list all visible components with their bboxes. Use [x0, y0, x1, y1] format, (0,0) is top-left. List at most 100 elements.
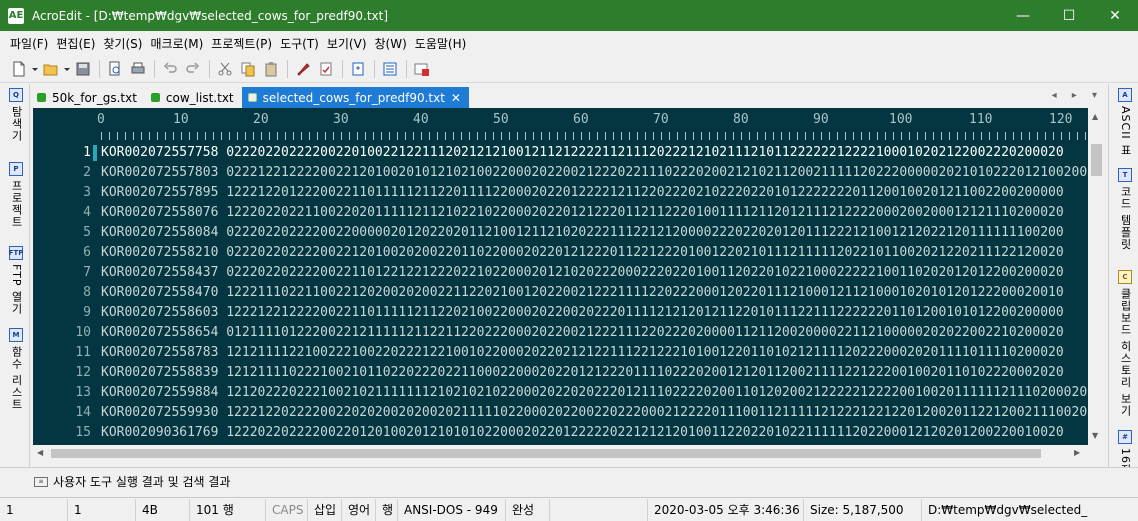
- side-tab-ascii[interactable]: A ASCII 표: [1117, 88, 1133, 156]
- horizontal-scrollbar[interactable]: ◀ ▶: [33, 445, 1088, 462]
- line-text[interactable]: KOR002072558437 022202202222002211012212…: [101, 263, 1064, 283]
- new-file-icon[interactable]: [8, 58, 30, 80]
- editor-line[interactable]: 3 KOR002072557895 12221220122200221101111…: [33, 183, 1088, 203]
- insert-icon[interactable]: [347, 58, 369, 80]
- line-text[interactable]: KOR002072558210 022202202222002212010020…: [101, 243, 1064, 263]
- line-text[interactable]: KOR002072558783 121211112210022210022022…: [101, 343, 1064, 363]
- vertical-scrollbar[interactable]: ▲ ▼: [1088, 108, 1105, 445]
- menu-project[interactable]: 프로젝트(P): [207, 35, 276, 52]
- tab-selected-cows[interactable]: selected_cows_for_predf90.txt ✕: [241, 87, 469, 108]
- menu-search[interactable]: 찾기(S): [99, 35, 146, 52]
- editor-line[interactable]: 13 KOR002072559884 1212022202221002102111…: [33, 383, 1088, 403]
- side-tab-function-list[interactable]: M 함수 리스트: [8, 328, 24, 411]
- tab-label: 50k_for_gs.txt: [52, 90, 137, 105]
- toolbar-separator: [209, 59, 210, 78]
- side-tab-ftp[interactable]: FTP FTP 열기: [8, 246, 24, 315]
- right-side-panel: A ASCII 표 T 코드 템플릿 C 클립보드 히스토리 보기 # 16진: [1108, 84, 1138, 476]
- paste-icon[interactable]: [260, 58, 282, 80]
- save-icon[interactable]: [72, 58, 94, 80]
- status-bytes: 4B: [136, 498, 190, 521]
- editor-line[interactable]: 14 KOR002072559930 1222122022220022020200…: [33, 403, 1088, 423]
- new-file-dropdown-icon[interactable]: [31, 58, 39, 80]
- line-text[interactable]: KOR002072558839 121211110222100210110220…: [101, 363, 1064, 383]
- editor-line[interactable]: 12 KOR002072558839 1212111102221002101102…: [33, 363, 1088, 383]
- line-text[interactable]: KOR002090361769 122202202222002201201002…: [101, 423, 1064, 443]
- editor-line[interactable]: 4 KOR002072558076 12220220221100220201111…: [33, 203, 1088, 223]
- side-tab-explorer[interactable]: Q 탐색기: [8, 88, 24, 142]
- editor-line[interactable]: 8 KOR002072558470 12221110221100221202002…: [33, 283, 1088, 303]
- copy-icon[interactable]: [237, 58, 259, 80]
- column-mode-icon[interactable]: [411, 58, 433, 80]
- side-tab-label: ASCII 표: [1119, 106, 1132, 157]
- editor-line[interactable]: 11 KOR002072558783 1212111122100222100220…: [33, 343, 1088, 363]
- tab-50k-for-gs[interactable]: 50k_for_gs.txt: [31, 87, 145, 108]
- cut-icon[interactable]: [214, 58, 236, 80]
- status-column: 1: [68, 498, 136, 521]
- side-tab-code-template[interactable]: T 코드 템플릿: [1117, 168, 1133, 251]
- editor-line[interactable]: 1 KOR002072557758 02220220222200220100221…: [33, 143, 1088, 163]
- ruler-label: 60: [573, 112, 589, 127]
- ruler-label: 30: [333, 112, 349, 127]
- scroll-down-icon[interactable]: ▼: [1092, 431, 1098, 440]
- menu-view[interactable]: 보기(V): [323, 35, 371, 52]
- line-text[interactable]: KOR002072559930 122212202222002202020020…: [101, 403, 1087, 423]
- menu-help[interactable]: 도움말(H): [411, 35, 471, 52]
- highlight-icon[interactable]: [292, 58, 314, 80]
- editor-line[interactable]: 6 KOR002072558210 02220220222200221201002…: [33, 243, 1088, 263]
- status-autocomplete[interactable]: 완성: [506, 498, 550, 521]
- menu-file[interactable]: 파일(F): [6, 35, 52, 52]
- document-icon: [247, 93, 257, 102]
- menu-window[interactable]: 창(W): [371, 35, 411, 52]
- line-text[interactable]: KOR002072558603 122212212222002211011111…: [101, 303, 1064, 323]
- ruler-label: 40: [413, 112, 429, 127]
- clipboard-history-icon[interactable]: [379, 58, 401, 80]
- redo-icon[interactable]: [182, 58, 204, 80]
- undo-icon[interactable]: [159, 58, 181, 80]
- tab-close-icon[interactable]: ✕: [451, 91, 461, 105]
- print-preview-icon[interactable]: [104, 58, 126, 80]
- ruler-label: 80: [733, 112, 749, 127]
- print-icon[interactable]: [127, 58, 149, 80]
- minimize-button[interactable]: —: [1000, 0, 1046, 31]
- line-text[interactable]: KOR002072557803 022212212222002212010020…: [101, 163, 1087, 183]
- status-insert-mode[interactable]: 삽입: [308, 498, 342, 521]
- vertical-scroll-thumb[interactable]: [1091, 144, 1102, 176]
- open-folder-dropdown-icon[interactable]: [63, 58, 71, 80]
- line-text[interactable]: KOR002072557895 122212201222002211011111…: [101, 183, 1064, 203]
- editor-line[interactable]: 10 KOR002072558654 0121111012220022121111…: [33, 323, 1088, 343]
- line-text[interactable]: KOR002072558076 122202202211002202011111…: [101, 203, 1064, 223]
- tab-cow-list[interactable]: cow_list.txt: [145, 87, 242, 108]
- editor-line[interactable]: 15 KOR002090361769 1222022022220022012010…: [33, 423, 1088, 443]
- menu-macro[interactable]: 매크로(M): [146, 35, 207, 52]
- open-folder-icon[interactable]: [40, 58, 62, 80]
- spell-check-icon[interactable]: [315, 58, 337, 80]
- tab-navigation-arrows[interactable]: ◂ ▸ ▾: [1052, 90, 1103, 101]
- menu-edit[interactable]: 편집(E): [52, 35, 99, 52]
- menu-tools[interactable]: 도구(T): [276, 35, 323, 52]
- editor-line[interactable]: 9 KOR002072558603 12221221222200221101111…: [33, 303, 1088, 323]
- status-select-mode[interactable]: 행: [376, 498, 398, 521]
- horizontal-scroll-thumb[interactable]: [51, 449, 1041, 458]
- scroll-up-icon[interactable]: ▲: [1092, 112, 1098, 121]
- line-text[interactable]: KOR002072558654 012111101222002212111112…: [101, 323, 1064, 343]
- status-input-language[interactable]: 영어: [342, 498, 376, 521]
- editor-line[interactable]: 7 KOR002072558437 02220220222200221101221…: [33, 263, 1088, 283]
- maximize-button[interactable]: ☐: [1046, 0, 1092, 31]
- side-tab-clipboard-history[interactable]: C 클립보드 히스토리 보기: [1117, 270, 1133, 417]
- close-button[interactable]: ✕: [1092, 0, 1138, 31]
- editor-line[interactable]: 2 KOR002072557803 02221221222200221201002…: [33, 163, 1088, 183]
- status-encoding[interactable]: ANSI-DOS - 949: [398, 498, 506, 521]
- text-editor[interactable]: 1 KOR002072557758 02220220222200220100221…: [33, 143, 1088, 445]
- line-text[interactable]: KOR002072558470 122211102211002212020020…: [101, 283, 1064, 303]
- editor-line[interactable]: 5 KOR002072558084 02220220222200220000020…: [33, 223, 1088, 243]
- scroll-right-icon[interactable]: ▶: [1074, 448, 1080, 457]
- output-tab[interactable]: ≡ 사용자 도구 실행 결과 및 검색 결과: [34, 473, 230, 490]
- line-text[interactable]: KOR002072558084 022202202222002200000201…: [101, 223, 1064, 243]
- scroll-left-icon[interactable]: ◀: [37, 448, 43, 457]
- line-text[interactable]: KOR002072557758 022202202222002201002212…: [101, 143, 1064, 163]
- line-text[interactable]: KOR002072559884 121202220222100210211111…: [101, 383, 1087, 403]
- line-number: 9: [83, 305, 91, 320]
- toolbar-separator: [406, 59, 407, 78]
- side-tab-project[interactable]: P 프로젝트: [8, 162, 24, 228]
- line-number: 10: [75, 325, 91, 340]
